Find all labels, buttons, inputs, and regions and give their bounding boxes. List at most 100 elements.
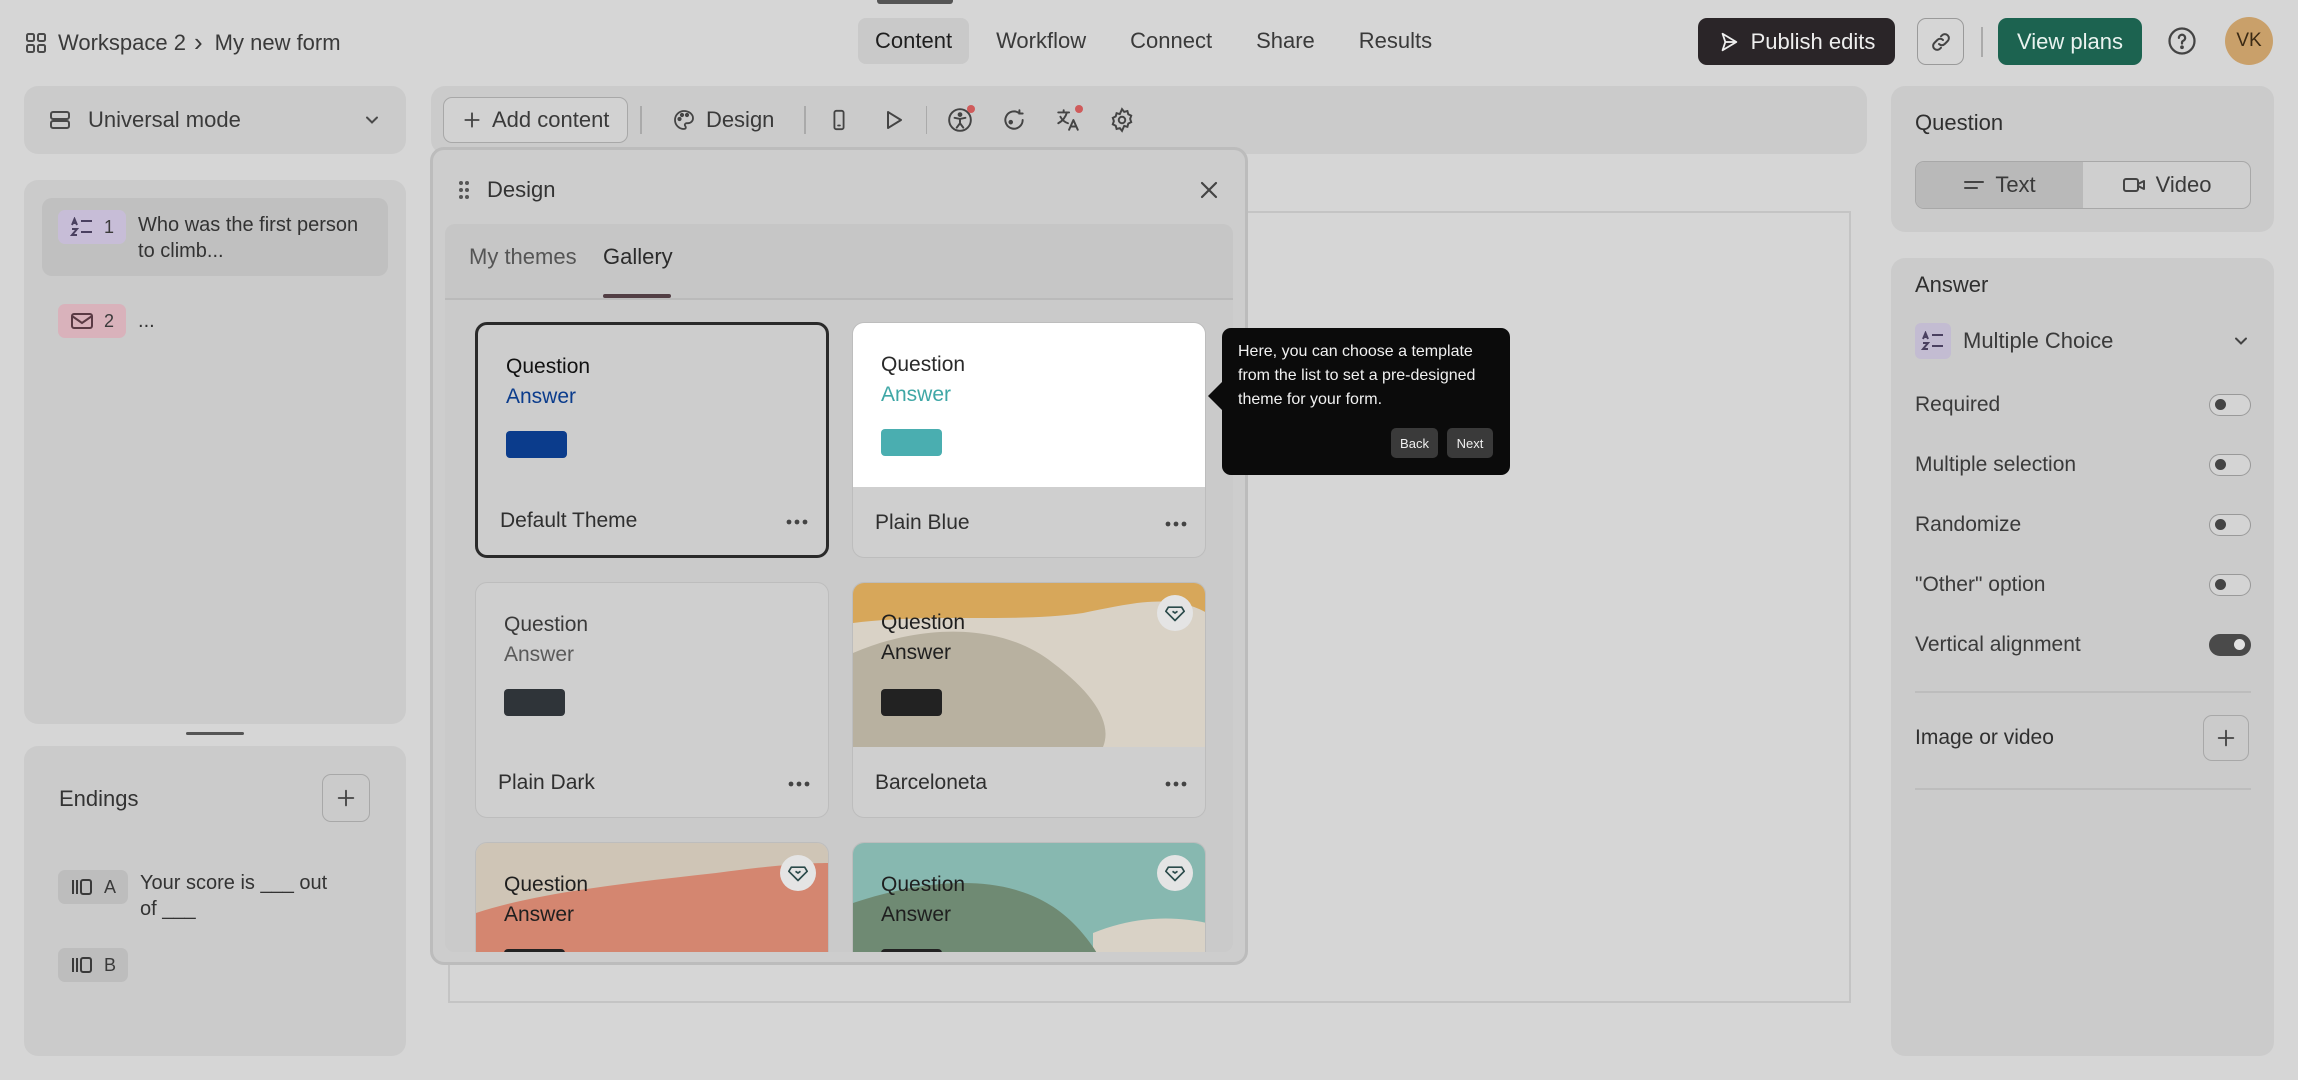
vertical-alignment-toggle[interactable]: [2209, 634, 2251, 656]
translate-button[interactable]: [1047, 99, 1089, 141]
option-row-other: "Other" option: [1915, 573, 2251, 597]
question-badge: 1: [58, 210, 127, 244]
dialog-title: Design: [487, 177, 556, 202]
option-row-required: Required: [1915, 393, 2251, 417]
preview-question: Question: [506, 355, 591, 378]
text-mode-button[interactable]: Text: [1916, 162, 2083, 208]
more-icon[interactable]: [1165, 521, 1187, 527]
multiple-selection-toggle[interactable]: [2209, 454, 2251, 476]
preview-answer: Answer: [881, 383, 952, 406]
theme-name: Plain Dark: [498, 771, 595, 794]
more-icon[interactable]: [1165, 781, 1187, 787]
tab-my-themes[interactable]: My themes: [469, 244, 577, 270]
required-toggle[interactable]: [2209, 394, 2251, 416]
design-button[interactable]: Design: [654, 97, 792, 143]
breadcrumb-workspace[interactable]: Workspace 2: [58, 30, 186, 56]
premium-icon: [1157, 595, 1193, 631]
settings-button[interactable]: [1101, 99, 1143, 141]
breadcrumb: Workspace 2 › My new form: [24, 27, 341, 58]
tooltip-back-button[interactable]: Back: [1391, 428, 1438, 458]
randomize-toggle[interactable]: [2209, 514, 2251, 536]
theme-card-coral[interactable]: Question Answer: [475, 842, 829, 952]
option-label: Required: [1915, 393, 2001, 416]
tab-connect[interactable]: Connect: [1113, 18, 1229, 64]
multiple-choice-icon: [1915, 323, 1951, 359]
panel-resize-handle[interactable]: [186, 732, 244, 735]
onboarding-tooltip: Here, you can choose a template from the…: [1208, 328, 1510, 475]
active-tab-indicator: [877, 0, 953, 4]
more-icon[interactable]: [786, 519, 808, 525]
mobile-preview-button[interactable]: [818, 99, 860, 141]
endings-panel: Endings A Your score is ___ out of ___ B: [24, 746, 406, 1056]
premium-icon: [780, 855, 816, 891]
play-icon: [881, 108, 905, 132]
question-number: 2: [104, 311, 115, 331]
add-ending-button[interactable]: [322, 774, 370, 822]
plus-icon: [335, 787, 357, 809]
tab-workflow[interactable]: Workflow: [979, 18, 1103, 64]
avatar[interactable]: VK: [2225, 17, 2273, 65]
answer-type-label: Multiple Choice: [1963, 328, 2114, 353]
theme-card-plain-blue[interactable]: Question Answer Plain Blue: [852, 322, 1206, 558]
theme-card-barceloneta[interactable]: Question Answer Barceloneta: [852, 582, 1206, 818]
option-label: Multiple selection: [1915, 453, 2077, 476]
question-text: ...: [138, 310, 155, 332]
answer-title: Answer: [1915, 272, 1989, 297]
option-label: Randomize: [1915, 513, 2022, 536]
tooltip-next-button[interactable]: Next: [1447, 428, 1493, 458]
grid-icon[interactable]: [24, 31, 48, 55]
logic-button[interactable]: [993, 99, 1035, 141]
breadcrumb-separator: ›: [193, 27, 203, 57]
add-content-button[interactable]: Add content: [443, 97, 629, 143]
preview-button-swatch: [881, 949, 942, 952]
add-image-video-button[interactable]: [2203, 715, 2249, 761]
mode-selector[interactable]: Universal mode: [24, 86, 406, 154]
theme-name: Default Theme: [500, 509, 638, 532]
tab-results[interactable]: Results: [1342, 18, 1449, 64]
list-item[interactable]: A Your score is ___ out of ___: [42, 858, 388, 934]
help-icon[interactable]: [2167, 26, 2197, 56]
preview-button-swatch: [881, 429, 942, 456]
premium-icon: [1157, 855, 1193, 891]
list-item[interactable]: B: [42, 936, 388, 994]
list-item[interactable]: 2 ...: [42, 292, 388, 350]
copy-link-button[interactable]: [1917, 18, 1964, 65]
theme-card-default[interactable]: Question Answer Default Theme: [475, 322, 829, 558]
toolbar-divider: [925, 106, 928, 134]
answer-type-select[interactable]: Multiple Choice: [1915, 322, 2251, 360]
palette-icon: [672, 108, 696, 132]
tab-share[interactable]: Share: [1239, 18, 1332, 64]
question-list: 1 Who was the first person to climb... 2…: [24, 180, 406, 724]
other-option-toggle[interactable]: [2209, 574, 2251, 596]
theme-background-art: [476, 863, 828, 952]
mail-icon: [70, 311, 94, 331]
preview-button-swatch: [504, 949, 565, 952]
text-mode-label: Text: [1995, 172, 2036, 197]
question-settings-panel: Question Text Video: [1891, 86, 2274, 232]
list-item[interactable]: 1 Who was the first person to climb...: [42, 198, 388, 276]
ending-badge: B: [58, 948, 129, 982]
option-row-multiple-selection: Multiple selection: [1915, 453, 2251, 477]
publish-edits-button[interactable]: Publish edits: [1698, 18, 1895, 65]
tab-gallery[interactable]: Gallery: [603, 244, 673, 270]
logic-icon: [1001, 107, 1027, 133]
accessibility-button[interactable]: [939, 99, 981, 141]
theme-preview: Question Answer: [476, 843, 828, 952]
video-mode-button[interactable]: Video: [2083, 162, 2250, 208]
close-icon[interactable]: [1197, 178, 1221, 202]
divider: [1915, 788, 2251, 790]
preview-button-swatch: [506, 431, 567, 458]
tooltip-text: Here, you can choose a template from the…: [1238, 343, 1476, 408]
theme-card-teal[interactable]: Question Answer: [852, 842, 1206, 952]
drag-handle-icon[interactable]: [457, 179, 471, 201]
theme-preview: Question Answer: [476, 583, 828, 747]
preview-question: Question: [881, 611, 966, 634]
ending-badge: A: [58, 870, 129, 904]
breadcrumb-form-name[interactable]: My new form: [215, 30, 341, 56]
theme-card-plain-dark[interactable]: Question Answer Plain Dark: [475, 582, 829, 818]
more-icon[interactable]: [788, 781, 810, 787]
chevron-down-icon: [2231, 331, 2251, 351]
view-plans-button[interactable]: View plans: [1998, 18, 2142, 65]
preview-button[interactable]: [872, 99, 914, 141]
tab-content[interactable]: Content: [858, 18, 970, 64]
